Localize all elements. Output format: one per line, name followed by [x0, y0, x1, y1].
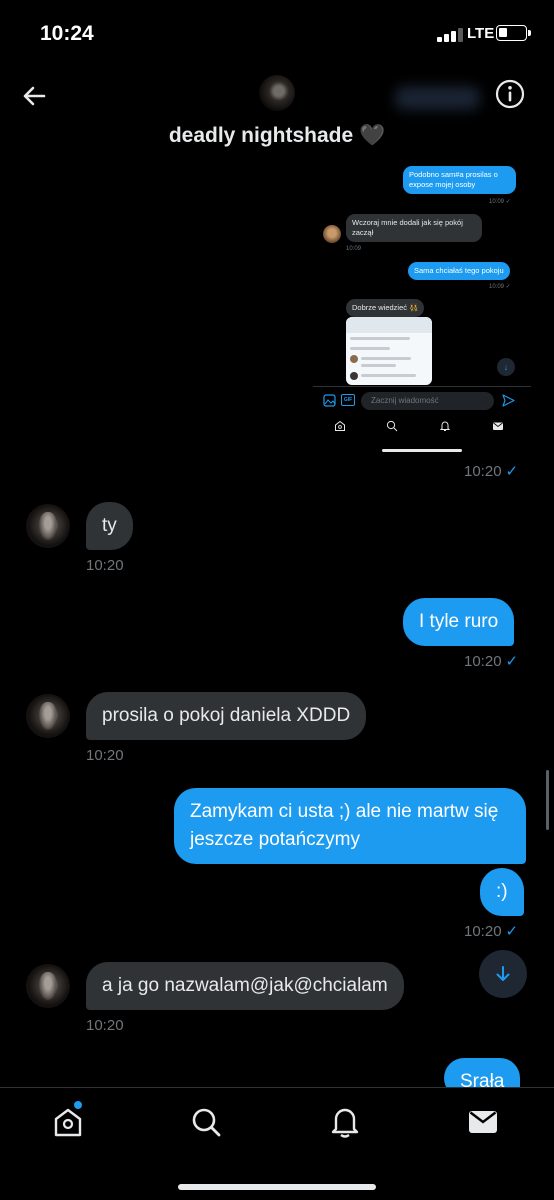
mail-icon[interactable]: [465, 1104, 501, 1140]
sent-image-screenshot[interactable]: Podobno sam#a prosilas o expose mojej os…: [313, 158, 531, 454]
home-icon[interactable]: [50, 1104, 86, 1140]
back-arrow-icon[interactable]: [18, 80, 50, 112]
embed-avatar: [323, 225, 341, 243]
bell-icon[interactable]: [327, 1104, 363, 1140]
blurred-region: [395, 86, 480, 110]
conversation-title[interactable]: deadly nightshade 🖤: [0, 124, 554, 148]
header-avatar[interactable]: [259, 75, 295, 111]
incoming-message[interactable]: ty: [86, 502, 133, 550]
outgoing-message[interactable]: :): [480, 868, 524, 916]
embed-mail-icon: [493, 422, 503, 430]
notification-dot: [74, 1101, 82, 1109]
info-icon[interactable]: [494, 78, 526, 110]
embed-search-icon: [386, 420, 398, 432]
embed-timestamp: 10:09 ✓: [489, 284, 511, 290]
home-indicator: [178, 1184, 376, 1190]
message-timestamp: 10:20 ✓: [464, 463, 519, 480]
read-check-icon: ✓: [505, 923, 519, 940]
embed-gif-icon: GIF: [341, 394, 355, 406]
scroll-to-bottom-button[interactable]: [479, 950, 527, 998]
read-check-icon: ✓: [505, 653, 519, 670]
message-timestamp: 10:20 ✓: [464, 923, 519, 940]
embed-send-icon: [502, 394, 515, 407]
scrollbar[interactable]: [546, 770, 549, 830]
conversation-header: deadly nightshade 🖤: [0, 66, 554, 166]
network-label: LTE: [467, 25, 495, 42]
embed-message: Wczoraj mnie dodali jak się pokój zaczął: [346, 214, 482, 242]
arrow-down-icon: [496, 966, 510, 981]
embed-message: Dobrze wiedzieć 👯‍♀️: [346, 299, 425, 317]
embed-timestamp: 10:09 ✓: [489, 199, 511, 205]
embed-home-indicator: [382, 449, 462, 452]
incoming-message[interactable]: prosila o pokoj daniela XDDD: [86, 692, 367, 740]
embed-tab-bar: [313, 414, 531, 442]
message-timestamp: 10:20: [86, 1017, 124, 1034]
embed-image-icon: [323, 394, 336, 407]
signal-icon: [437, 26, 463, 42]
search-icon[interactable]: [188, 1104, 224, 1140]
embed-nested-screenshot: [346, 317, 432, 385]
status-bar: 10:24 LTE: [0, 0, 554, 66]
outgoing-message[interactable]: Zamykam ci usta ;) ale nie martw się jes…: [174, 788, 526, 864]
status-time: 10:24: [40, 22, 94, 45]
embed-message: Sama chciałaś tego pokoju: [408, 262, 510, 280]
embed-message: Podobno sam#a prosilas o expose mojej os…: [403, 166, 516, 194]
read-check-icon: ✓: [505, 463, 519, 480]
message-timestamp: 10:20: [86, 557, 124, 574]
embed-timestamp: 10:09: [346, 246, 362, 252]
avatar[interactable]: [26, 504, 70, 548]
message-timestamp: 10:20: [86, 747, 124, 764]
avatar[interactable]: [26, 964, 70, 1008]
embed-compose-bar: GIF Zacznij wiadomość: [313, 386, 531, 414]
embed-compose-input: Zacznij wiadomość: [361, 392, 494, 410]
embed-bell-icon: [439, 421, 451, 431]
incoming-message[interactable]: a ja go nazwalam@jak@chcialam: [86, 962, 404, 1010]
message-timestamp: 10:20 ✓: [464, 653, 519, 670]
avatar[interactable]: [26, 694, 70, 738]
embed-home-icon: [335, 420, 345, 431]
outgoing-message[interactable]: I tyle ruro: [403, 598, 515, 646]
battery-icon: [496, 25, 531, 41]
embed-scroll-down-icon: ↓: [497, 358, 515, 376]
